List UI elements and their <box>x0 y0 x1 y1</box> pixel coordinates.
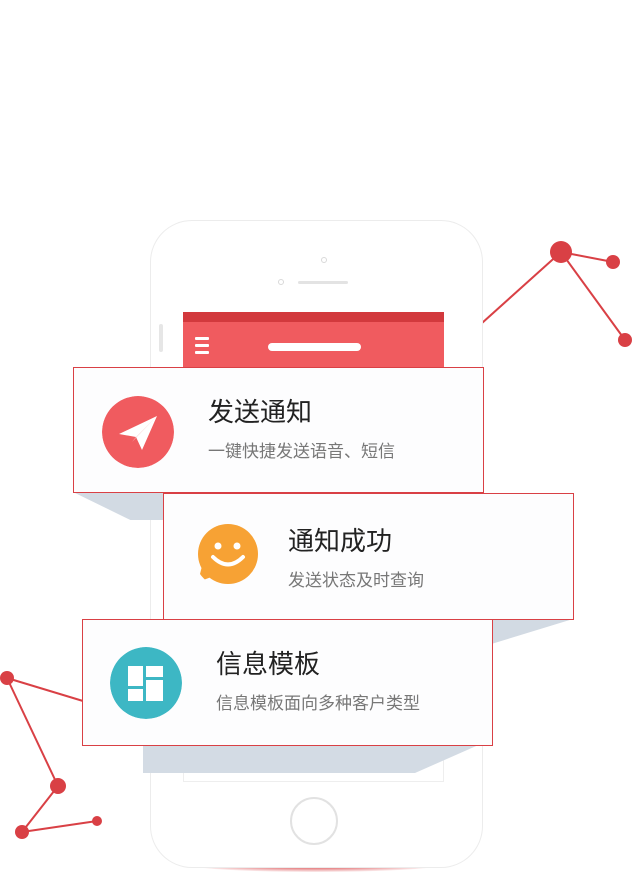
speaker <box>298 281 348 284</box>
menu-icon[interactable] <box>195 337 209 355</box>
card-subtitle: 信息模板面向多种客户类型 <box>216 694 420 714</box>
network-node <box>92 816 102 826</box>
side-button <box>159 324 163 352</box>
network-node <box>0 671 14 685</box>
card-subtitle: 一键快捷发送语音、短信 <box>208 442 395 462</box>
paper-plane-icon <box>102 396 174 468</box>
network-node <box>15 825 29 839</box>
card-subtitle: 发送状态及时查询 <box>288 571 424 591</box>
camera-dot <box>321 257 327 263</box>
template-grid-icon <box>110 647 182 719</box>
network-node <box>550 241 572 263</box>
card-title: 发送通知 <box>208 398 313 428</box>
status-bar <box>183 312 444 322</box>
feature-card-send[interactable]: 发送通知 一键快捷发送语音、短信 <box>73 367 484 493</box>
network-node <box>50 778 66 794</box>
feature-card-success[interactable]: 通知成功 发送状态及时查询 <box>163 493 574 620</box>
header-title-placeholder <box>268 343 361 351</box>
card-title: 通知成功 <box>288 527 393 557</box>
network-node <box>606 255 620 269</box>
network-node <box>618 333 632 347</box>
feature-card-template[interactable]: 信息模板 信息模板面向多种客户类型 <box>82 619 493 746</box>
sensor-dot <box>278 279 284 285</box>
home-button[interactable] <box>290 797 338 845</box>
smiley-chat-icon <box>198 524 258 584</box>
card-title: 信息模板 <box>216 650 321 680</box>
